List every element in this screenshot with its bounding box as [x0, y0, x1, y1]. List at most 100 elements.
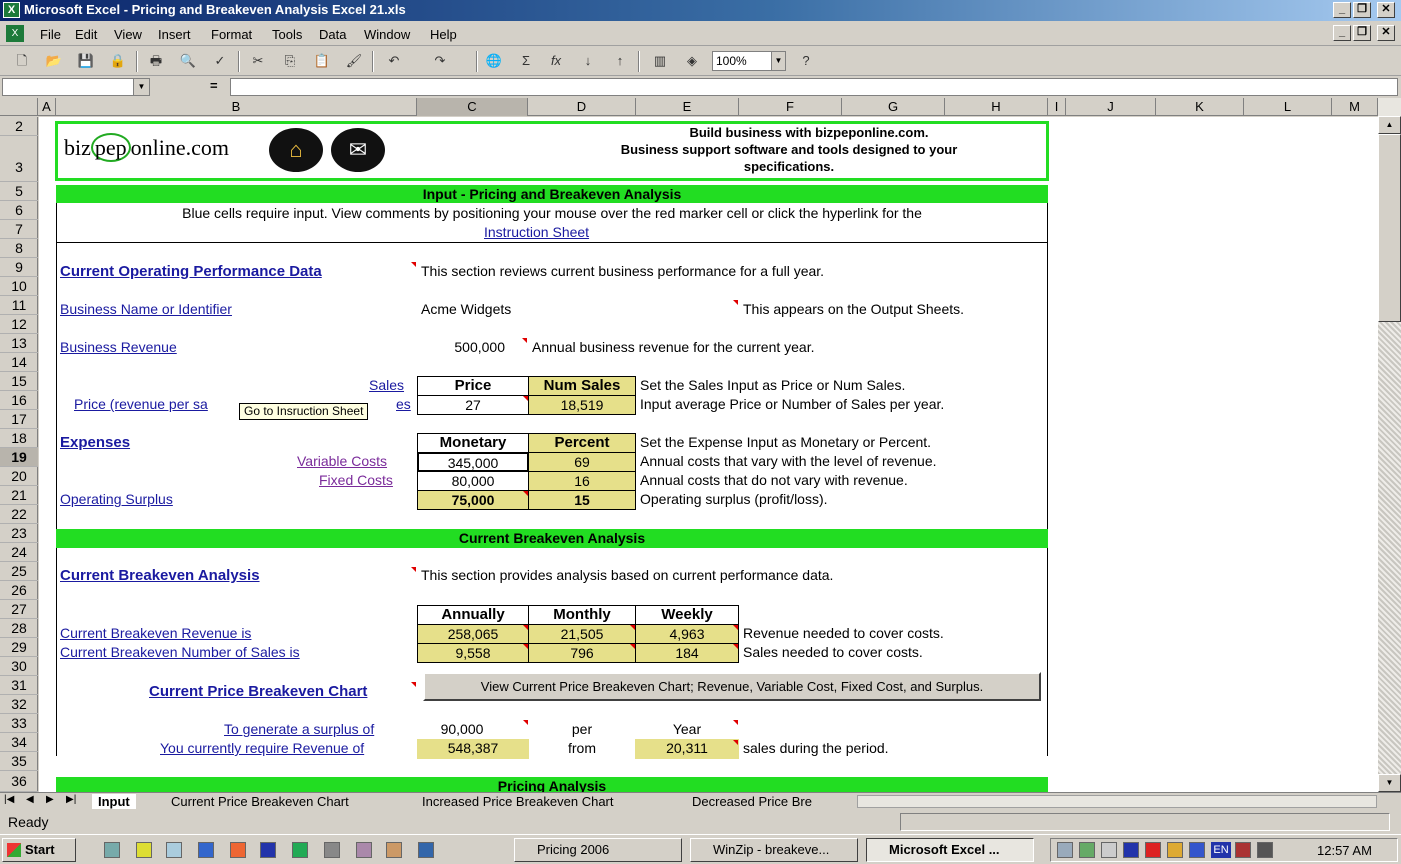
menu-format[interactable]: Format: [211, 27, 252, 42]
variable-costs-link[interactable]: Variable Costs: [297, 453, 387, 469]
row-header[interactable]: 6: [0, 201, 38, 220]
variable-costs-input[interactable]: 345,000: [417, 452, 529, 472]
business-revenue-link[interactable]: Business Revenue: [60, 339, 177, 355]
operating-surplus-link[interactable]: Operating Surplus: [60, 491, 173, 507]
row-header[interactable]: 2: [0, 117, 38, 136]
cut-icon[interactable]: ✂: [248, 52, 268, 70]
comment-marker[interactable]: [411, 682, 416, 687]
scroll-thumb[interactable]: [1378, 134, 1401, 322]
comment-marker[interactable]: [733, 644, 738, 649]
comment-marker[interactable]: [733, 625, 738, 630]
row-header[interactable]: 21: [0, 486, 38, 505]
name-box[interactable]: ▼: [2, 78, 150, 96]
tray-icon[interactable]: [1167, 842, 1183, 858]
row-header[interactable]: 5: [0, 182, 38, 201]
desktop-icon[interactable]: [104, 842, 120, 858]
row-header[interactable]: 15: [0, 372, 38, 391]
explorer-icon[interactable]: [166, 842, 182, 858]
column-header[interactable]: H: [945, 98, 1048, 116]
doc-restore-button[interactable]: ❐: [1353, 25, 1371, 41]
drawing-icon[interactable]: ◈: [682, 52, 702, 70]
undo-icon[interactable]: ↶: [384, 52, 404, 70]
row-header[interactable]: 7: [0, 220, 38, 239]
tray-icon[interactable]: [1235, 842, 1251, 858]
language-indicator[interactable]: EN: [1211, 842, 1231, 858]
tab-decreased-price-breakeven[interactable]: Decreased Price Bre: [692, 794, 827, 809]
tab-current-price-breakeven-chart[interactable]: Current Price Breakeven Chart: [171, 794, 349, 809]
row-header[interactable]: 30: [0, 657, 38, 676]
tab-increased-price-breakeven-chart[interactable]: Increased Price Breakeven Chart: [422, 794, 613, 809]
sort-descending-icon[interactable]: ↑: [610, 52, 630, 70]
bizpep-logo[interactable]: biz pep online.com: [64, 133, 229, 162]
row-header[interactable]: 3: [0, 136, 38, 182]
formula-input[interactable]: [230, 78, 1398, 96]
view-chart-button[interactable]: View Current Price Breakeven Chart; Reve…: [423, 672, 1041, 701]
row-header[interactable]: 13: [0, 334, 38, 353]
chevron-down-icon[interactable]: ▼: [133, 79, 149, 95]
comment-marker[interactable]: [733, 720, 738, 725]
num-sales-value[interactable]: 18,519: [528, 395, 636, 415]
scroll-down-button[interactable]: ▼: [1378, 774, 1401, 792]
row-header[interactable]: 9: [0, 258, 38, 277]
column-header[interactable]: J: [1066, 98, 1156, 116]
row-header[interactable]: 32: [0, 695, 38, 714]
comment-marker[interactable]: [733, 740, 738, 745]
home-icon[interactable]: ⌂: [269, 128, 323, 172]
price-revenue-link[interactable]: Price (revenue per sa: [74, 396, 208, 412]
row-header[interactable]: 28: [0, 619, 38, 638]
column-header[interactable]: C: [417, 98, 528, 116]
breakeven-revenue-link[interactable]: Current Breakeven Revenue is: [60, 625, 251, 641]
spelling-icon[interactable]: ✓: [210, 52, 230, 70]
row-header[interactable]: 33: [0, 714, 38, 733]
fixed-costs-percent[interactable]: 16: [528, 471, 636, 491]
quicklaunch-icon[interactable]: [136, 842, 152, 858]
close-button[interactable]: ✕: [1377, 2, 1395, 18]
tab-input[interactable]: Input: [92, 794, 136, 809]
sales-link[interactable]: Sales: [369, 377, 404, 393]
word-icon[interactable]: [260, 842, 276, 858]
permission-icon[interactable]: 🔒: [108, 52, 128, 70]
row-header[interactable]: 11: [0, 296, 38, 315]
redo-icon[interactable]: ↷: [430, 52, 450, 70]
email-icon[interactable]: ✉: [331, 128, 385, 172]
doc-minimize-button[interactable]: _: [1333, 25, 1351, 41]
row-header[interactable]: 31: [0, 676, 38, 695]
menu-help[interactable]: Help: [430, 27, 457, 42]
expenses-link[interactable]: Expenses: [60, 434, 130, 451]
column-header[interactable]: D: [528, 98, 636, 116]
save-icon[interactable]: 💾: [76, 52, 96, 70]
row-header[interactable]: 23: [0, 524, 38, 543]
last-sheet-button[interactable]: ▶|: [66, 794, 76, 805]
column-header[interactable]: M: [1332, 98, 1378, 116]
autosum-icon[interactable]: Σ: [516, 52, 536, 70]
menu-data[interactable]: Data: [319, 27, 346, 42]
help-icon[interactable]: ?: [796, 52, 816, 70]
open-icon[interactable]: 📂: [44, 52, 64, 70]
price-input[interactable]: 27: [417, 395, 529, 415]
column-header[interactable]: I: [1048, 98, 1066, 116]
generate-surplus-link[interactable]: To generate a surplus of: [224, 721, 374, 737]
column-header[interactable]: F: [739, 98, 842, 116]
tray-icon[interactable]: [1145, 842, 1161, 858]
taskbar-item-pricing[interactable]: Pricing 2006: [514, 838, 682, 862]
format-painter-icon[interactable]: 🖌: [344, 52, 364, 70]
copy-icon[interactable]: ⎘: [280, 52, 300, 70]
excel-app-icon[interactable]: X: [3, 2, 20, 18]
row-header[interactable]: 29: [0, 638, 38, 657]
prev-sheet-button[interactable]: ◀: [26, 794, 34, 805]
comment-marker[interactable]: [733, 300, 738, 305]
volume-icon[interactable]: [1101, 842, 1117, 858]
app-icon[interactable]: [386, 842, 402, 858]
print-icon[interactable]: 🖶: [146, 52, 166, 70]
new-icon[interactable]: 🗋: [12, 52, 32, 70]
column-header[interactable]: E: [636, 98, 739, 116]
comment-marker[interactable]: [411, 567, 416, 572]
instruction-sheet-link[interactable]: Instruction Sheet: [484, 224, 589, 240]
business-revenue-value[interactable]: 500,000: [421, 339, 505, 355]
outlook-icon[interactable]: [230, 842, 246, 858]
row-header[interactable]: 20: [0, 467, 38, 486]
next-sheet-button[interactable]: ▶: [46, 794, 54, 805]
row-header[interactable]: 16: [0, 391, 38, 410]
menu-edit[interactable]: Edit: [75, 27, 97, 42]
minimize-button[interactable]: _: [1333, 2, 1351, 18]
